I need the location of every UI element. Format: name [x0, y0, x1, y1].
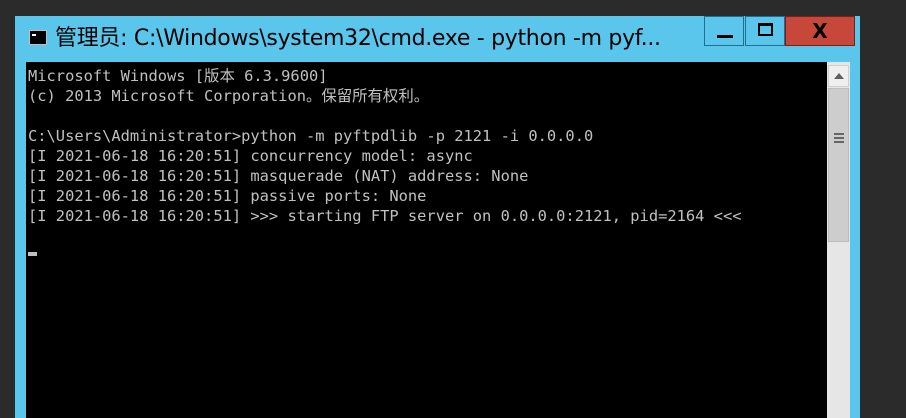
vertical-scrollbar[interactable]	[827, 62, 850, 418]
close-icon: X	[812, 19, 828, 43]
window-title: 管理员: C:\Windows\system32\cmd.exe - pytho…	[55, 26, 661, 51]
minimize-button[interactable]	[704, 16, 744, 46]
console-line: C:\Users\Administrator>python -m pyftpdl…	[28, 127, 594, 145]
minimize-icon	[717, 35, 733, 38]
close-button[interactable]: X	[785, 16, 855, 46]
console-line: Microsoft Windows [版本 6.3.9600]	[28, 67, 328, 85]
cmd-window: 管理员: C:\Windows\system32\cmd.exe - pytho…	[15, 16, 860, 418]
maximize-button[interactable]	[745, 16, 785, 46]
console-line: [I 2021-06-18 16:20:51] passive ports: N…	[28, 187, 427, 205]
console-line: [I 2021-06-18 16:20:51] masquerade (NAT)…	[28, 167, 529, 185]
maximize-icon	[758, 23, 773, 36]
text-cursor	[28, 252, 37, 256]
grip-line	[834, 133, 844, 135]
console-output[interactable]: Microsoft Windows [版本 6.3.9600] (c) 2013…	[26, 62, 827, 418]
console-line: [I 2021-06-18 16:20:51] >>> starting FTP…	[28, 207, 742, 225]
console-line: [I 2021-06-18 16:20:51] concurrency mode…	[28, 147, 473, 165]
grip-line	[834, 141, 844, 143]
grip-line	[834, 137, 844, 139]
console-icon[interactable]	[29, 30, 47, 45]
scroll-thumb[interactable]	[828, 88, 849, 242]
scroll-up-button[interactable]	[828, 65, 849, 87]
title-bar[interactable]: 管理员: C:\Windows\system32\cmd.exe - pytho…	[15, 16, 860, 60]
console-line: (c) 2013 Microsoft Corporation。保留所有权利。	[28, 87, 430, 105]
